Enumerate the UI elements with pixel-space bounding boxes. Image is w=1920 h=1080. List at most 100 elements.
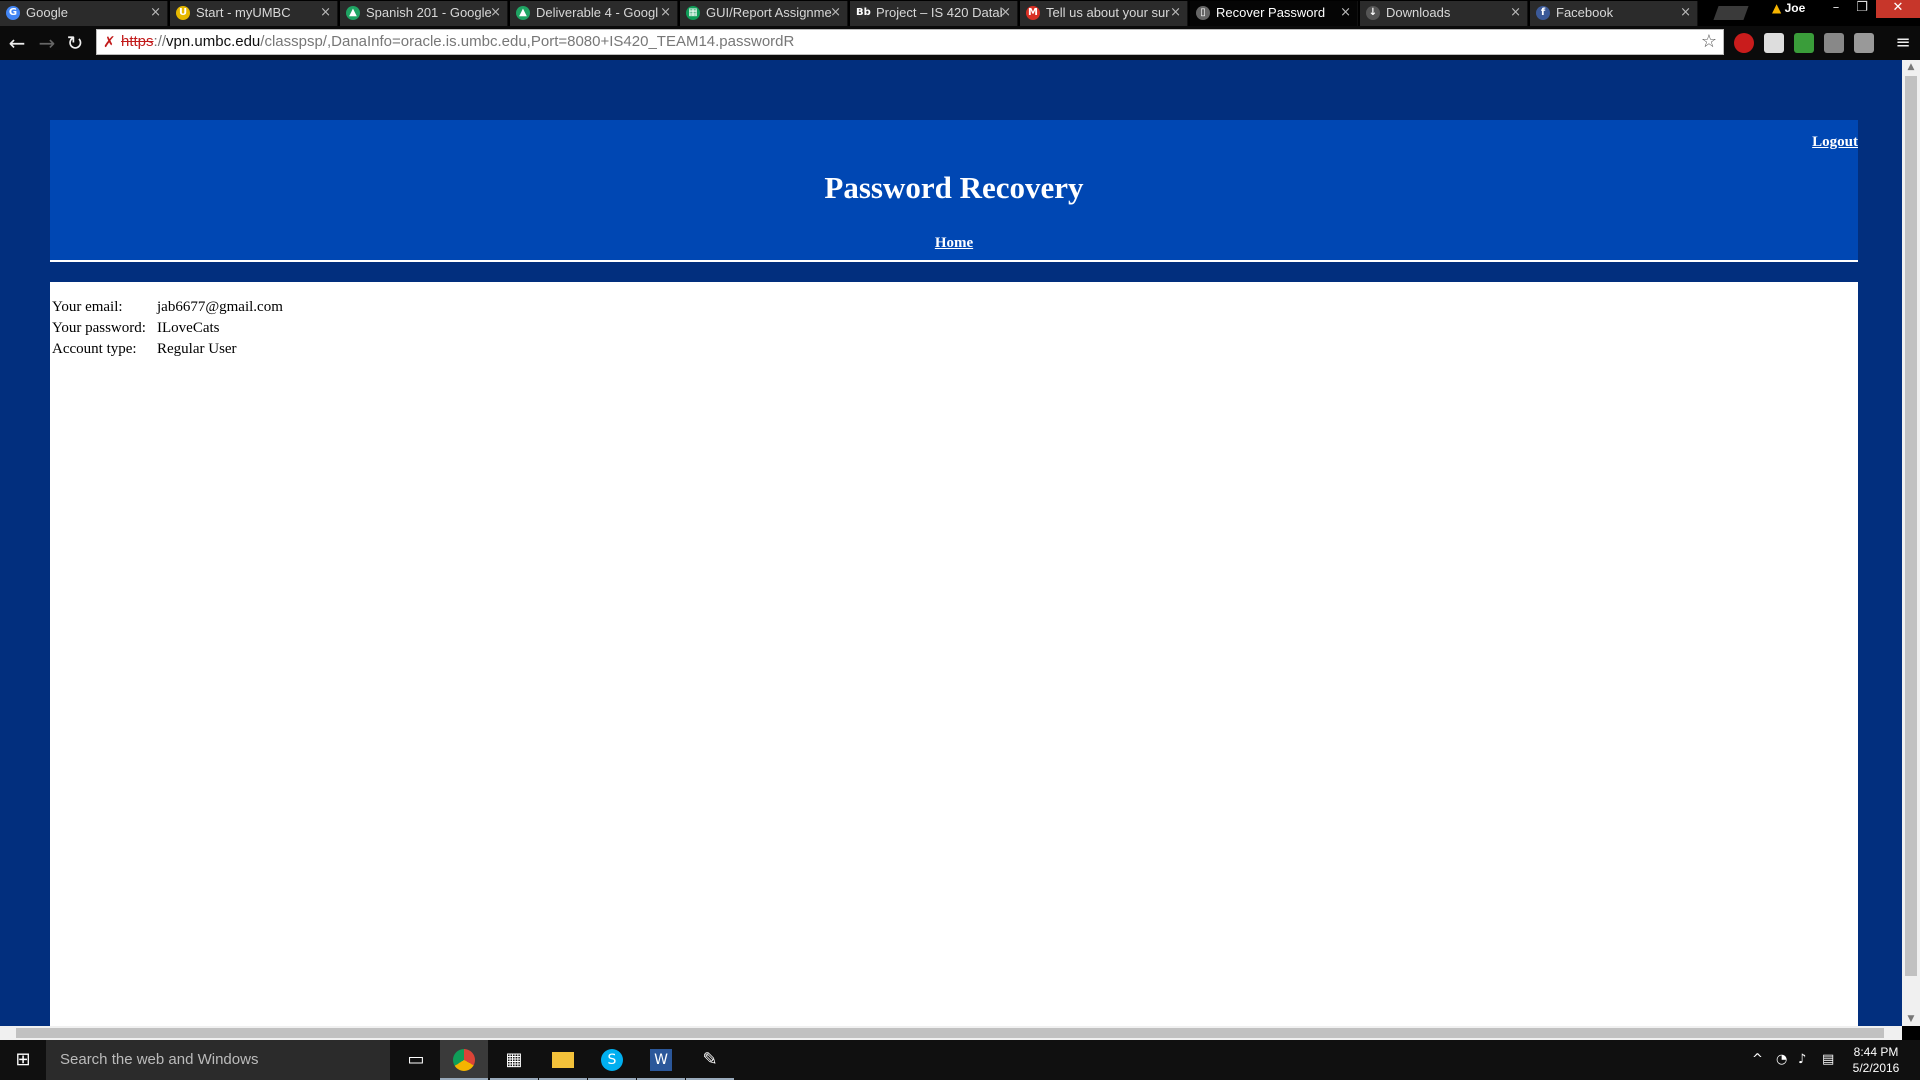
tab[interactable]: ▲ Deliverable 4 - Googl × [510, 1, 678, 26]
scrollbar-thumb[interactable] [1905, 76, 1917, 976]
page-header: Logout Password Recovery Home [50, 120, 1858, 260]
close-tab-icon[interactable]: × [320, 1, 331, 25]
menu-icon[interactable]: ≡ [1890, 30, 1916, 56]
close-tab-icon[interactable]: × [830, 1, 841, 25]
tab[interactable]: f Facebook × [1530, 1, 1698, 26]
close-tab-icon[interactable]: × [660, 1, 671, 25]
taskbar-search-input[interactable]: Search the web and Windows [46, 1040, 390, 1080]
address-bar[interactable]: ✗ https://vpn.umbc.edu/classpsp/,DanaInf… [96, 29, 1724, 55]
header-divider [50, 260, 1858, 262]
google-drive-icon: ▲ [516, 6, 530, 20]
scroll-up-icon[interactable]: ▲ [1902, 60, 1920, 74]
password-label: Your password: [52, 320, 146, 336]
profile-button[interactable]: ▲ Joe [1772, 1, 1805, 15]
tab[interactable]: Bb Project – IS 420 Datab × [850, 1, 1018, 26]
account-info-table: Your email: jab6677@gmail.com Your passw… [52, 299, 285, 362]
logout-link[interactable]: Logout [1812, 134, 1858, 151]
content-panel: Your email: jab6677@gmail.com Your passw… [50, 282, 1858, 1026]
tab[interactable]: M Tell us about your sur × [1020, 1, 1188, 26]
google-drive-icon: ▲ [346, 6, 360, 20]
calculator-icon[interactable]: ▦ [490, 1040, 538, 1080]
close-tab-icon[interactable]: × [1680, 1, 1691, 25]
close-tab-icon[interactable]: × [150, 1, 161, 25]
tab-title: Spanish 201 - Google [366, 5, 492, 20]
url-text: https://vpn.umbc.edu/classpsp/,DanaInfo=… [121, 33, 795, 50]
tab-title: Google [26, 5, 68, 20]
close-tab-icon[interactable]: × [1000, 1, 1011, 25]
close-tab-icon[interactable]: × [1510, 1, 1521, 25]
tab-title: Tell us about your sur [1046, 5, 1170, 20]
extension-icon[interactable] [1764, 33, 1784, 53]
opera-extension-icon[interactable] [1734, 33, 1754, 53]
back-button[interactable]: ← [4, 30, 30, 56]
paint-icon[interactable]: ✎ [686, 1040, 734, 1080]
vertical-scrollbar[interactable]: ▲ ▼ [1902, 60, 1920, 1026]
bookmark-star-icon[interactable]: ☆ [1701, 30, 1717, 54]
insecure-lock-icon: ✗ [103, 33, 116, 51]
file-explorer-icon[interactable] [539, 1040, 587, 1080]
tab[interactable]: ▲ Spanish 201 - Google × [340, 1, 508, 26]
horizontal-scrollbar[interactable] [0, 1026, 1902, 1040]
tab[interactable]: ▯ Recover Password × [1190, 1, 1358, 26]
scroll-down-icon[interactable]: ▼ [1902, 1012, 1920, 1026]
close-tab-icon[interactable]: × [1340, 1, 1351, 25]
system-clock[interactable]: 8:44 PM 5/2/2016 [1846, 1044, 1906, 1076]
clock-time: 8:44 PM [1853, 1045, 1899, 1059]
scrollbar-thumb[interactable] [16, 1028, 1884, 1038]
tab-title: Project – IS 420 Datab [876, 5, 1002, 20]
close-tab-icon[interactable]: × [1170, 1, 1181, 25]
table-row: Account type: Regular User [52, 341, 285, 362]
wifi-icon[interactable]: ◔ [1776, 1040, 1787, 1080]
table-row: Your email: jab6677@gmail.com [52, 299, 285, 320]
browser-toolbar: ← → ↻ ✗ https://vpn.umbc.edu/classpsp/,D… [0, 26, 1920, 60]
tab-strip: G Google × U Start - myUMBC × ▲ Spanish 201 - G… [0, 0, 1920, 26]
tab[interactable]: U Start - myUMBC × [170, 1, 338, 26]
tab-title: Downloads [1386, 5, 1451, 20]
volume-icon[interactable]: ♪ [1798, 1040, 1806, 1080]
new-tab-button[interactable] [1713, 6, 1749, 20]
tab[interactable]: G Google × [0, 1, 168, 26]
chrome-icon[interactable] [440, 1040, 488, 1080]
google-sheets-icon: ▦ [686, 6, 700, 20]
tab-title: Facebook [1556, 5, 1614, 20]
downloads-icon: ↓ [1366, 6, 1380, 20]
table-row: Your password: ILoveCats [52, 320, 285, 341]
reload-button[interactable]: ↻ [62, 30, 88, 56]
taskbar: ⊞ Search the web and Windows ▭ ▦ S W ✎ ^… [0, 1040, 1920, 1080]
blackboard-icon: Bb [856, 6, 871, 20]
google-icon: G [6, 6, 20, 20]
word-icon[interactable]: W [637, 1040, 685, 1080]
tab-title: GUI/Report Assignme [706, 5, 832, 20]
page-viewport: Logout Password Recovery Home Your email… [0, 60, 1902, 1026]
account-type-value: Regular User [157, 341, 237, 357]
clock-date: 5/2/2016 [1852, 1061, 1900, 1075]
tab-title: Recover Password [1216, 5, 1326, 20]
extension-icon[interactable] [1824, 33, 1844, 53]
warning-icon: ▲ [1772, 1, 1782, 15]
windows-start-icon[interactable]: ⊞ [0, 1040, 46, 1080]
gmail-icon: M [1026, 6, 1040, 20]
restore-button[interactable]: ❐ [1849, 0, 1875, 18]
tab[interactable]: ▦ GUI/Report Assignme × [680, 1, 848, 26]
show-hidden-icons-icon[interactable]: ^ [1752, 1040, 1763, 1080]
email-value: jab6677@gmail.com [157, 299, 283, 315]
tab-title: Deliverable 4 - Googl [536, 5, 659, 20]
extension-icon[interactable] [1854, 33, 1874, 53]
task-view-icon[interactable]: ▭ [392, 1040, 440, 1080]
tab-title: Start - myUMBC [196, 5, 291, 20]
extension-icon[interactable] [1794, 33, 1814, 53]
page-title: Password Recovery [824, 170, 1084, 205]
notifications-icon[interactable]: ▤ [1822, 1040, 1834, 1080]
home-link[interactable]: Home [935, 235, 973, 251]
umbc-icon: U [176, 6, 190, 20]
forward-button[interactable]: → [34, 30, 60, 56]
minimize-button[interactable]: – [1823, 0, 1849, 18]
page-icon: ▯ [1196, 6, 1210, 20]
tab[interactable]: ↓ Downloads × [1360, 1, 1528, 26]
home-nav: Home [50, 234, 1858, 252]
close-tab-icon[interactable]: × [490, 1, 501, 25]
close-window-button[interactable]: ✕ [1876, 0, 1920, 18]
password-value: ILoveCats [157, 320, 220, 336]
profile-name: Joe [1784, 1, 1806, 15]
skype-icon[interactable]: S [588, 1040, 636, 1080]
